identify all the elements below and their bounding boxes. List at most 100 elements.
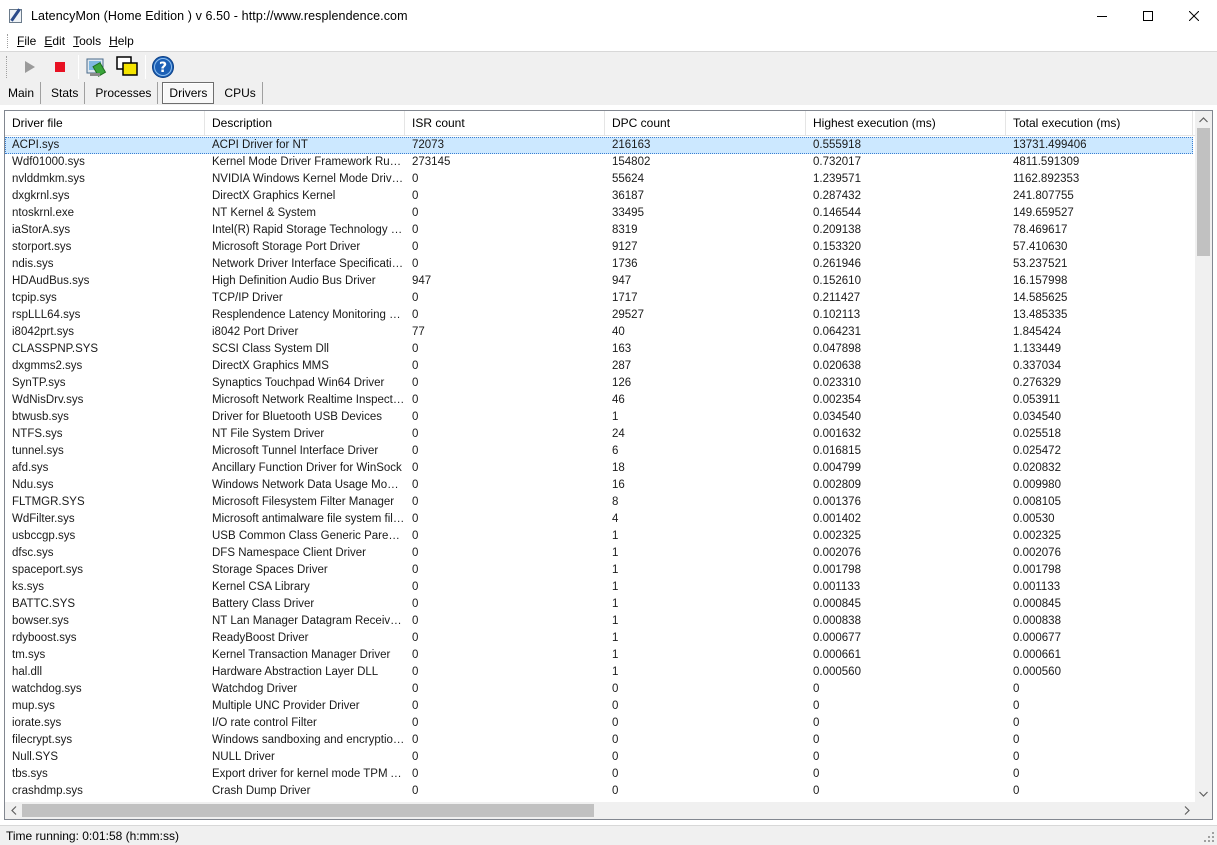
tab-drivers[interactable]: Drivers <box>162 82 215 104</box>
column-header-description[interactable]: Description <box>205 111 405 136</box>
table-row[interactable]: btwusb.sys Driver for Bluetooth USB Devic… <box>5 409 1193 426</box>
table-row[interactable]: BATTC.SYS Battery Class Driver 0 1 0.000845 0… <box>5 596 1193 613</box>
table-row[interactable]: hal.dll Hardware Abstraction Layer DLL 0 1 0… <box>5 664 1193 681</box>
tab-cpus[interactable]: CPUs <box>218 82 263 104</box>
cell-highest-execution: 0.001798 <box>813 564 861 576</box>
table-row[interactable]: ndis.sys Network Driver Interface Specifi… <box>5 256 1193 273</box>
table-row[interactable]: iorate.sys I/O rate control Filter 0 0 0 0 <box>5 715 1193 732</box>
minimize-icon <box>1097 15 1107 17</box>
table-row[interactable]: i8042prt.sys i8042 Port Driver 77 40 0.06423… <box>5 324 1193 341</box>
size-grip-icon[interactable] <box>1203 831 1215 843</box>
table-row[interactable]: WdNisDrv.sys Microsoft Network Realtime I… <box>5 392 1193 409</box>
table-row[interactable]: Null.SYS NULL Driver 0 0 0 0 <box>5 749 1193 766</box>
cell-isr-count: 0 <box>412 700 419 712</box>
cell-highest-execution: 0.209138 <box>813 224 861 236</box>
cell-dpc-count: 1717 <box>612 292 638 304</box>
cell-driver-file: tunnel.sys <box>12 445 64 457</box>
table-row[interactable]: dxgmms2.sys DirectX Graphics MMS 0 287 0.020… <box>5 358 1193 375</box>
table-row[interactable]: crashdmp.sys Crash Dump Driver 0 0 0 0 <box>5 783 1193 800</box>
cell-driver-file: HDAudBus.sys <box>12 275 90 287</box>
app-icon <box>8 7 24 24</box>
cell-driver-file: iaStorA.sys <box>12 224 71 236</box>
table-row[interactable]: filecrypt.sys Windows sandboxing and encr… <box>5 732 1193 749</box>
menu-file[interactable]: File <box>14 34 39 48</box>
cell-isr-count: 0 <box>412 258 419 270</box>
menu-help[interactable]: Help <box>106 34 137 48</box>
cell-driver-file: CLASSPNP.SYS <box>12 343 99 355</box>
table-row[interactable]: mup.sys Multiple UNC Provider Driver 0 0 0 0 <box>5 698 1193 715</box>
table-row[interactable]: dfsc.sys DFS Namespace Client Driver 0 1 0.0… <box>5 545 1193 562</box>
table-row[interactable]: spaceport.sys Storage Spaces Driver 0 1 0.00… <box>5 562 1193 579</box>
cell-dpc-count: 40 <box>612 326 625 338</box>
scroll-right-arrow[interactable] <box>1178 802 1195 819</box>
cell-total-execution: 0.000677 <box>1013 632 1061 644</box>
table-row[interactable]: SynTP.sys Synaptics Touchpad Win64 Driver… <box>5 375 1193 392</box>
table-row[interactable]: watchdog.sys Watchdog Driver 0 0 0 0 <box>5 681 1193 698</box>
column-header-dpc-count[interactable]: DPC count <box>605 111 806 136</box>
cell-driver-file: spaceport.sys <box>12 564 83 576</box>
table-row[interactable]: tbs.sys Export driver for kernel mode TPM… <box>5 766 1193 783</box>
column-header-highest-execution[interactable]: Highest execution (ms) <box>806 111 1006 136</box>
report-button[interactable] <box>82 54 110 80</box>
table-row[interactable]: ks.sys Kernel CSA Library 0 1 0.001133 0.0011… <box>5 579 1193 596</box>
table-row[interactable]: tm.sys Kernel Transaction Manager Driver 0… <box>5 647 1193 664</box>
cell-description: NULL Driver <box>212 751 275 763</box>
column-header-driver-file[interactable]: Driver file <box>5 111 205 136</box>
table-row[interactable]: CLASSPNP.SYS SCSI Class System Dll 0 163 0.0… <box>5 341 1193 358</box>
scroll-down-arrow[interactable] <box>1195 785 1212 802</box>
cell-description: Ancillary Function Driver for WinSock <box>212 462 402 474</box>
table-row[interactable]: iaStorA.sys Intel(R) Rapid Storage Techno… <box>5 222 1193 239</box>
table-row[interactable]: rdyboost.sys ReadyBoost Driver 0 1 0.000677 0… <box>5 630 1193 647</box>
vertical-scroll-thumb[interactable] <box>1197 128 1210 256</box>
cell-total-execution: 0 <box>1013 683 1020 695</box>
horizontal-scroll-thumb[interactable] <box>22 804 594 817</box>
windows-button[interactable] <box>113 54 141 80</box>
maximize-button[interactable] <box>1125 0 1171 31</box>
table-row[interactable]: ACPI.sys ACPI Driver for NT 72073 216163 0.5… <box>5 137 1193 154</box>
stop-button[interactable] <box>46 54 74 80</box>
cell-highest-execution: 0 <box>813 751 820 763</box>
help-button[interactable]: ? <box>149 54 177 80</box>
cell-highest-execution: 0.001376 <box>813 496 861 508</box>
table-row[interactable]: FLTMGR.SYS Microsoft Filesystem Filter Ma… <box>5 494 1193 511</box>
table-row[interactable]: WdFilter.sys Microsoft antimalware file s… <box>5 511 1193 528</box>
table-row[interactable]: HDAudBus.sys High Definition Audio Bus Dr… <box>5 273 1193 290</box>
horizontal-scrollbar[interactable] <box>5 802 1195 819</box>
cell-total-execution: 0.034540 <box>1013 411 1061 423</box>
table-row[interactable]: tunnel.sys Microsoft Tunnel Interface Dri… <box>5 443 1193 460</box>
table-row[interactable]: usbccgp.sys USB Common Class Generic Pare… <box>5 528 1193 545</box>
column-header-isr-count[interactable]: ISR count <box>405 111 605 136</box>
cell-highest-execution: 0.001632 <box>813 428 861 440</box>
start-button[interactable] <box>15 54 43 80</box>
menu-grip <box>7 34 10 48</box>
menu-edit[interactable]: Edit <box>41 34 68 48</box>
scroll-up-arrow[interactable] <box>1195 111 1212 128</box>
cell-highest-execution: 0.000661 <box>813 649 861 661</box>
table-row[interactable]: storport.sys Microsoft Storage Port Drive… <box>5 239 1193 256</box>
table-row[interactable]: dxgkrnl.sys DirectX Graphics Kernel 0 36187… <box>5 188 1193 205</box>
table-row[interactable]: NTFS.sys NT File System Driver 0 24 0.001632… <box>5 426 1193 443</box>
table-row[interactable]: afd.sys Ancillary Function Driver for Win… <box>5 460 1193 477</box>
column-header-total-execution[interactable]: Total execution (ms) <box>1006 111 1193 136</box>
tab-processes[interactable]: Processes <box>89 82 159 104</box>
table-row[interactable]: bowser.sys NT Lan Manager Datagram Receiv… <box>5 613 1193 630</box>
tab-stats[interactable]: Stats <box>45 82 86 104</box>
cell-description: Kernel Mode Driver Framework Runtime <box>212 156 405 168</box>
table-row[interactable]: rspLLL64.sys Resplendence Latency Monitor… <box>5 307 1193 324</box>
table-row[interactable]: tcpip.sys TCP/IP Driver 0 1717 0.211427 14.58… <box>5 290 1193 307</box>
cell-dpc-count: 6 <box>612 445 619 457</box>
table-row[interactable]: ntoskrnl.exe NT Kernel & System 0 33495 0.14… <box>5 205 1193 222</box>
drivers-table[interactable]: Driver file Description ISR count DPC co… <box>4 110 1213 820</box>
minimize-button[interactable] <box>1079 0 1125 31</box>
vertical-scrollbar[interactable] <box>1195 111 1212 802</box>
tab-main[interactable]: Main <box>2 82 42 104</box>
table-row[interactable]: Ndu.sys Windows Network Data Usage Monito… <box>5 477 1193 494</box>
cell-highest-execution: 0.211427 <box>813 292 861 304</box>
cell-total-execution: 0.337034 <box>1013 360 1061 372</box>
table-row[interactable]: nvlddmkm.sys NVIDIA Windows Kernel Mode D… <box>5 171 1193 188</box>
menu-tools[interactable]: Tools <box>70 34 104 48</box>
cell-dpc-count: 0 <box>612 683 619 695</box>
scroll-left-arrow[interactable] <box>5 802 22 819</box>
close-button[interactable] <box>1171 0 1217 31</box>
table-row[interactable]: Wdf01000.sys Kernel Mode Driver Framework… <box>5 154 1193 171</box>
